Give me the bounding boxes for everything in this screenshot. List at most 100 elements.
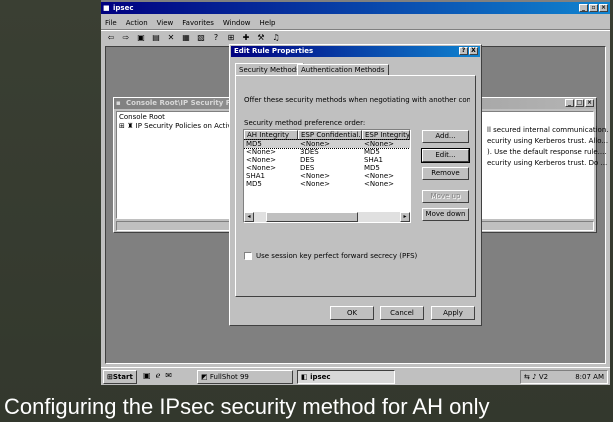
- list-label: Security method preference order:: [244, 119, 366, 127]
- cell-esp-conf: <None>: [300, 172, 330, 180]
- assign-icon[interactable]: ♫: [270, 32, 282, 43]
- dialog-title: Edit Rule Properties: [234, 47, 314, 55]
- menu-favorites[interactable]: Favorites: [182, 19, 214, 27]
- minimize-icon[interactable]: _: [579, 4, 588, 12]
- fullshot-icon: ◩: [201, 373, 208, 381]
- menu-bar: File Action View Favorites Window Help: [105, 19, 275, 27]
- tab-authentication-methods[interactable]: Authentication Methods: [297, 64, 389, 75]
- tree-node-console-root[interactable]: Console Root: [119, 113, 241, 122]
- result-line: ecurity using Kerberos trust. Do ...: [487, 159, 608, 167]
- edit-rule-dialog: Edit Rule Properties ? X Security Method…: [229, 44, 482, 326]
- add-button[interactable]: Add...: [422, 130, 469, 143]
- ipsec-taskbar-icon: ◧: [301, 373, 308, 381]
- clock[interactable]: 8:07 AM: [575, 373, 604, 381]
- scroll-left-icon[interactable]: ◂: [244, 212, 254, 222]
- network-icon[interactable]: ⇆: [524, 373, 530, 381]
- tray-icons: ⇆ ♪ V2: [524, 373, 548, 381]
- scroll-right-icon[interactable]: ▸: [400, 212, 410, 222]
- table-row[interactable]: <None> 3DES MD5: [244, 148, 410, 156]
- internet-explorer-icon[interactable]: ℯ: [156, 371, 161, 380]
- pfs-label[interactable]: Use session key perfect forward secrecy …: [256, 252, 417, 260]
- cell-esp-int: SHA1: [364, 156, 383, 164]
- main-titlebar[interactable]: ■ ipsec _ ▫ ×: [101, 2, 610, 14]
- menu-window[interactable]: Window: [223, 19, 251, 27]
- tools-icon[interactable]: ⚒: [255, 32, 267, 43]
- method-table: MD5 <None> <None> <None> 3DES MD5 <None>…: [244, 139, 410, 188]
- cell-esp-int: MD5: [364, 164, 380, 172]
- start-button[interactable]: ⊞Start: [103, 370, 137, 384]
- tray-label[interactable]: V2: [539, 373, 548, 381]
- cancel-button[interactable]: Cancel: [380, 306, 424, 320]
- column-header-esp-integrity[interactable]: ESP Integrity: [362, 130, 410, 140]
- properties-icon[interactable]: ▦: [180, 32, 192, 43]
- tree-node-ip-security-label: IP Security Policies on Active: [135, 122, 236, 130]
- tree-node-ip-security[interactable]: ⊞ ♜ IP Security Policies on Active: [119, 122, 241, 131]
- start-label: Start: [112, 373, 133, 381]
- volume-icon[interactable]: ♪: [532, 373, 536, 381]
- add-icon[interactable]: ✚: [240, 32, 252, 43]
- forward-arrow-icon[interactable]: ⇨: [120, 32, 132, 43]
- result-line: ll secured internal communication.: [487, 126, 609, 134]
- dialog-help-icon[interactable]: ?: [459, 47, 468, 55]
- menu-separator: [101, 29, 610, 31]
- dialog-description: Offer these security methods when negoti…: [244, 96, 470, 104]
- edit-button[interactable]: Edit...: [421, 148, 470, 163]
- taskbar-item-ipsec-label: ipsec: [310, 373, 331, 381]
- delete-icon[interactable]: ✕: [165, 32, 177, 43]
- table-row[interactable]: MD5 <None> <None>: [244, 139, 410, 149]
- table-row[interactable]: MD5 <None> <None>: [244, 180, 410, 188]
- cell-ah: <None>: [246, 148, 276, 156]
- cell-esp-conf: 3DES: [300, 148, 319, 156]
- help-icon[interactable]: ?: [210, 32, 222, 43]
- table-row[interactable]: SHA1 <None> <None>: [244, 172, 410, 180]
- ok-button[interactable]: OK: [330, 306, 374, 320]
- tree-pane[interactable]: Console Root ⊞ ♜ IP Security Policies on…: [116, 111, 244, 219]
- system-tray: ⇆ ♪ V2 8:07 AM: [520, 370, 608, 384]
- table-row[interactable]: <None> DES MD5: [244, 164, 410, 172]
- move-down-button[interactable]: Move down: [422, 208, 469, 221]
- dialog-titlebar[interactable]: Edit Rule Properties ? X: [231, 46, 480, 57]
- console-minimize-icon[interactable]: _: [565, 99, 574, 107]
- export-icon[interactable]: ▧: [195, 32, 207, 43]
- main-title: ipsec: [113, 4, 134, 12]
- cell-ah: <None>: [246, 164, 276, 172]
- cell-esp-conf: DES: [300, 164, 315, 172]
- cell-esp-int: <None>: [364, 172, 394, 180]
- security-methods-list[interactable]: AH Integrity ESP Confidential... ESP Int…: [243, 129, 411, 223]
- console-close-icon[interactable]: ×: [585, 99, 594, 107]
- horizontal-scrollbar[interactable]: ◂ ▸: [244, 212, 410, 222]
- taskbar-item-fullshot[interactable]: ◩ FullShot 99: [197, 370, 293, 384]
- show-desktop-icon[interactable]: ▣: [143, 371, 151, 380]
- dialog-close-icon[interactable]: X: [469, 47, 478, 55]
- cell-esp-conf: DES: [300, 156, 315, 164]
- back-arrow-icon[interactable]: ⇦: [105, 32, 117, 43]
- cell-ah: MD5: [246, 140, 262, 148]
- column-header-ah-integrity[interactable]: AH Integrity: [244, 130, 298, 140]
- taskbar-item-fullshot-label: FullShot 99: [209, 373, 249, 381]
- taskbar: ⊞Start ▣ ℯ ✉ ◩ FullShot 99 ◧ ipsec ⇆ ♪ V…: [101, 367, 610, 385]
- menu-file[interactable]: File: [105, 19, 117, 27]
- desktop-screenshot: ■ ipsec _ ▫ × File Action View Favorites…: [101, 0, 610, 385]
- taskbar-item-ipsec[interactable]: ◧ ipsec: [297, 370, 395, 384]
- cell-esp-int: <None>: [364, 180, 394, 188]
- new-policy-icon[interactable]: ⊞: [225, 32, 237, 43]
- apply-button[interactable]: Apply: [431, 306, 475, 320]
- remove-button[interactable]: Remove: [422, 167, 469, 180]
- column-header-esp-confidentiality[interactable]: ESP Confidential...: [298, 130, 362, 140]
- table-row[interactable]: <None> DES SHA1: [244, 156, 410, 164]
- pfs-checkbox[interactable]: [244, 252, 252, 260]
- menu-view[interactable]: View: [157, 19, 174, 27]
- restore-icon[interactable]: ▫: [589, 4, 598, 12]
- cell-esp-conf: <None>: [300, 140, 330, 148]
- close-icon[interactable]: ×: [599, 4, 608, 12]
- show-tree-icon[interactable]: ▤: [150, 32, 162, 43]
- move-up-button[interactable]: Move up: [422, 190, 469, 203]
- scrollbar-thumb[interactable]: [266, 212, 358, 222]
- toolbar: ⇦ ⇨ ▣ ▤ ✕ ▦ ▧ ? ⊞ ✚ ⚒ ♫: [105, 32, 282, 43]
- menu-help[interactable]: Help: [260, 19, 276, 27]
- menu-action[interactable]: Action: [126, 19, 148, 27]
- tree-expand-icon[interactable]: ⊞: [119, 122, 125, 130]
- console-maximize-icon[interactable]: □: [575, 99, 584, 107]
- outlook-express-icon[interactable]: ✉: [165, 371, 172, 380]
- up-folder-icon[interactable]: ▣: [135, 32, 147, 43]
